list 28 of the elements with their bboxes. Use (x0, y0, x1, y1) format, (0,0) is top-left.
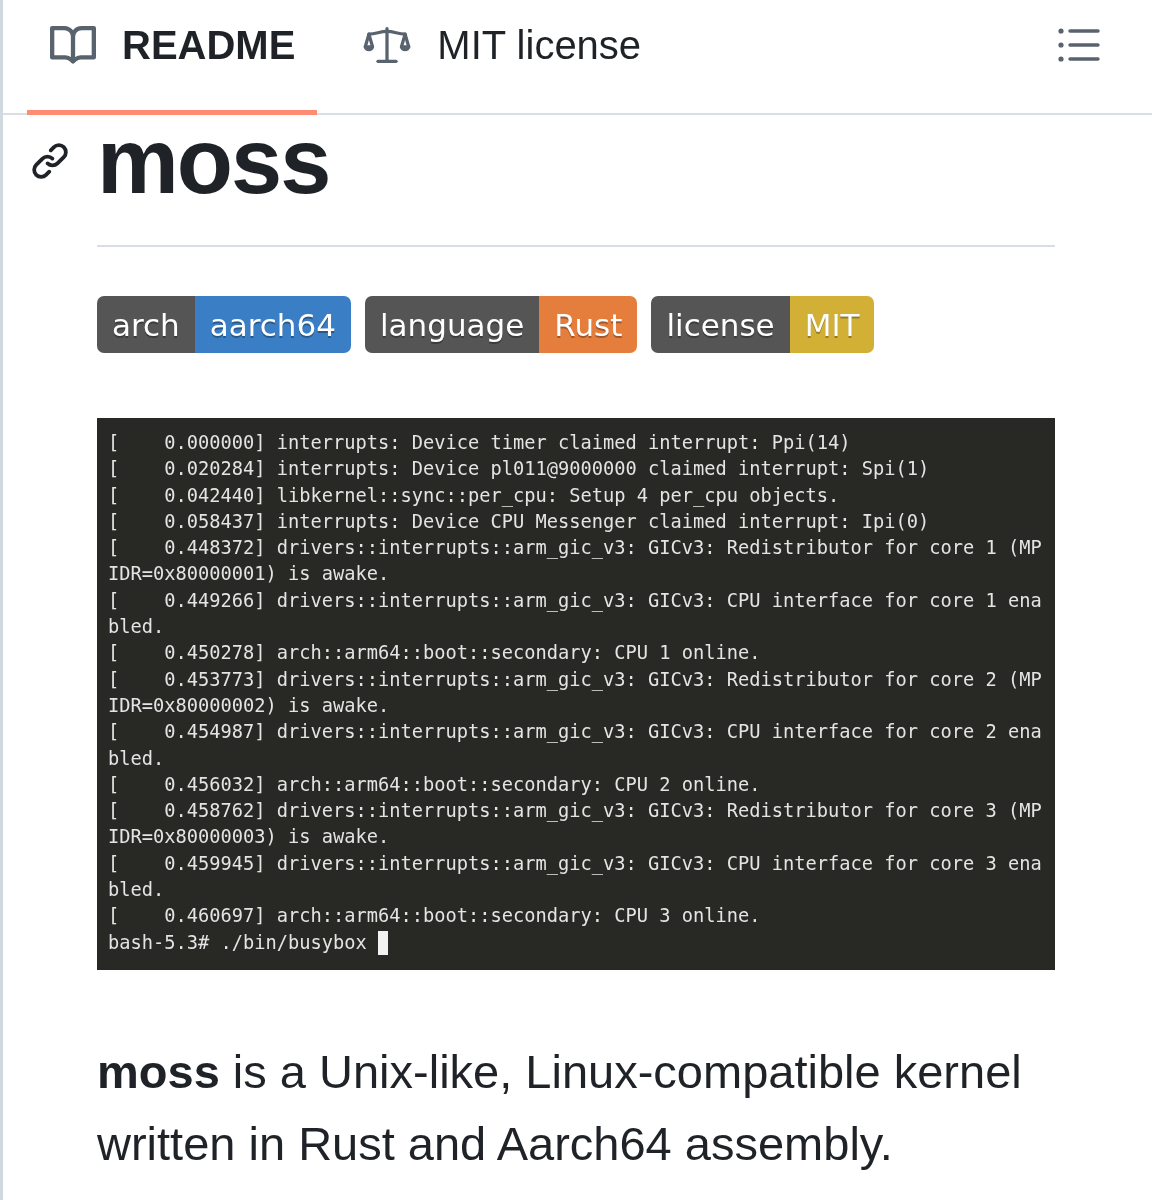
terminal-line: [ 0.000000] interrupts: Device timer claimed interrupt: Ppi(14) (108, 431, 852, 455)
badge-label: arch (97, 296, 195, 353)
tab[interactable]: MIT license (340, 0, 664, 115)
badge-label: language (364, 296, 540, 353)
terminal-prompt: bash-5.3# ./bin/busybox (108, 930, 367, 955)
terminal-line: [ 0.450278] arch::arm64::boot::secondary: CPU 1 online. (108, 641, 762, 666)
terminal-line: [ 0.459945] drivers::interrupts::arm_gic_v3: GICv3: CPU interface for core 3 enabled. (108, 851, 1043, 903)
badge-label: license (651, 296, 790, 353)
terminal-line: [ 0.042440] libkernel::sync::per_cpu: Setup 4 per_cpu objects. (108, 483, 841, 509)
scale-icon (363, 26, 412, 64)
list-icon[interactable] (1058, 27, 1100, 63)
terminal-line: [ 0.449266] drivers::interrupts::arm_gic_v3: GICv3: CPU interface for core 1 enabled. (108, 588, 1043, 640)
badge-value: MIT (789, 296, 875, 353)
badge-value: Rust (539, 296, 638, 353)
terminal-line: [ 0.448372] drivers::interrupts::arm_gic_v3: GICv3: Redistributor for core 1 (MPIDR=0x80000001) is awake. (108, 536, 1043, 587)
terminal-line: [ 0.458762] drivers::interrupts::arm_gic_v3: GICv3: Redistributor for core 3 (MPIDR=0x80000003) is awake. (108, 799, 1043, 850)
badge-value: aarch64 (194, 296, 351, 353)
link-icon[interactable] (30, 142, 70, 180)
book-icon (50, 26, 96, 64)
terminal-line: [ 0.456032] arch::arm64::boot::secondary: CPU 2 online. (108, 772, 762, 797)
terminal-line: [ 0.453773] drivers::interrupts::arm_gic_v3: GICv3: Redistributor for core 2 (MPIDR=0x80000002) is awake. (108, 667, 1043, 718)
page-heading: moss (97, 115, 330, 207)
terminal-line: [ 0.460697] arch::arm64::boot::secondary: CPU 3 online. (108, 904, 762, 929)
description-paragraph: moss is a Unix-like, Linux-compatible kernel written in Rust and Aarch64 assembly. (97, 1043, 1023, 1172)
tab[interactable]: README (27, 0, 318, 115)
terminal-line: [ 0.020284] interrupts: Device pl011@9000000 claimed interrupt: Spi(1) (108, 457, 931, 482)
terminal-line: [ 0.454987] drivers::interrupts::arm_gic_v3: GICv3: CPU interface for core 2 enabled. (108, 720, 1043, 771)
terminal-line: [ 0.058437] interrupts: Device CPU Messenger claimed interrupt: Ipi(0) (108, 509, 931, 534)
